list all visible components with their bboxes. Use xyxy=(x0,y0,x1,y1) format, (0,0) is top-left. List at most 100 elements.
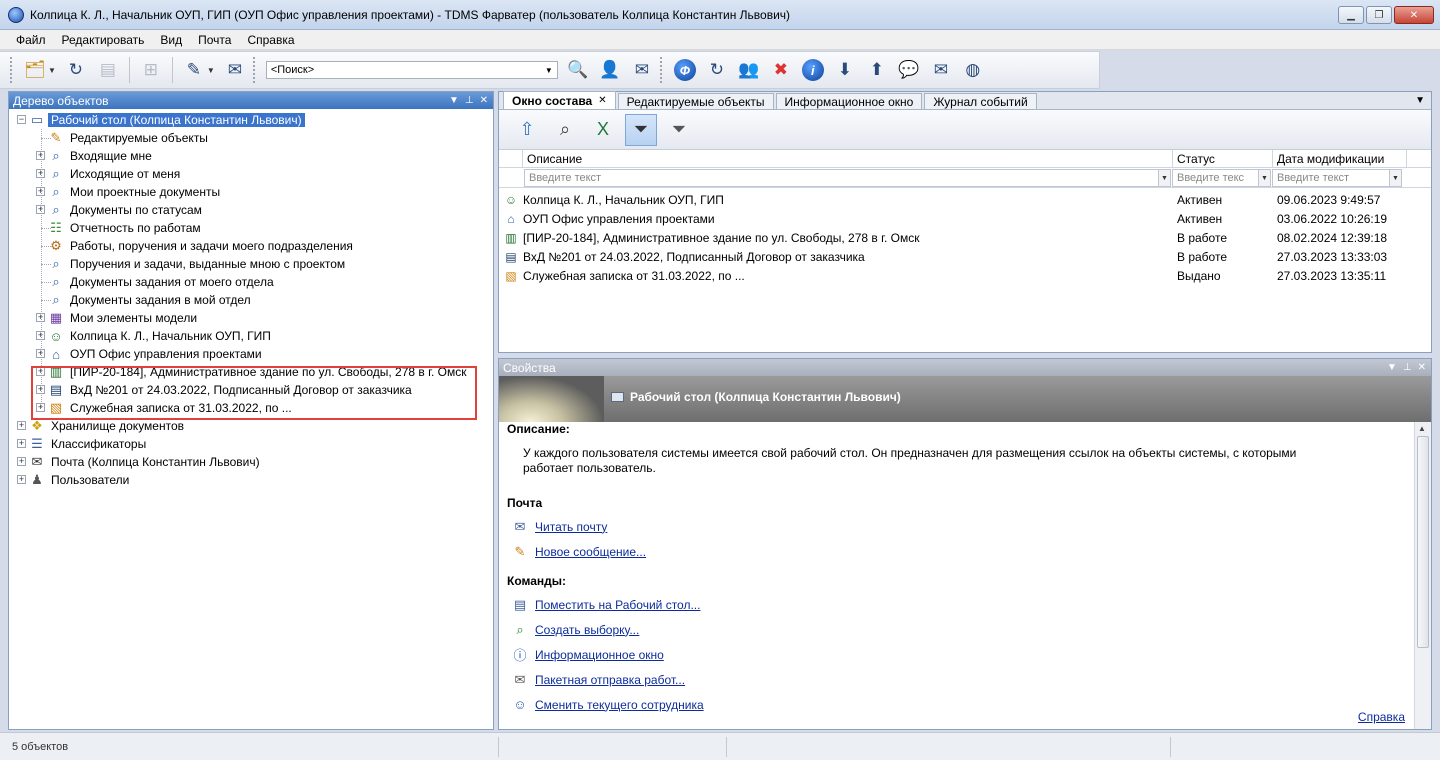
tree-item[interactable]: + ⌕ Мои проектные документы xyxy=(9,183,493,201)
panel-menu-icon[interactable]: ▼ xyxy=(449,95,459,106)
table-row[interactable]: ☺ Колпица К. Л., Начальник ОУП, ГИП Активе… xyxy=(499,190,1431,209)
close-button[interactable]: ✕ xyxy=(1394,6,1434,24)
tree-item[interactable]: + ✉ Почта (Колпица Константин Львович) xyxy=(9,453,493,471)
properties-icon[interactable]: ▤ xyxy=(94,56,122,84)
command-link[interactable]: Сменить текущего сотрудника xyxy=(535,698,704,712)
command-link[interactable]: Информационное окно xyxy=(535,648,664,662)
column-status[interactable]: Статус xyxy=(1173,150,1273,167)
filter-icon[interactable]: ⏷ xyxy=(625,113,657,146)
filter-settings-icon[interactable]: ⏷ xyxy=(663,114,695,146)
tree-item[interactable]: ⌕ Документы задания в мой отдел xyxy=(9,291,493,309)
toolbar-grip[interactable] xyxy=(10,57,13,83)
farvater-logo-icon[interactable]: Ф xyxy=(671,56,699,84)
maximize-button[interactable]: ❐ xyxy=(1366,6,1392,24)
add-object-icon[interactable]: ⊞ xyxy=(137,56,165,84)
tab-info-window[interactable]: Информационное окно xyxy=(775,93,923,109)
tree-item[interactable]: − ▭ Рабочий стол (Колпица Константин Львов… xyxy=(9,111,493,129)
new-object-dropdown-icon[interactable]: ▼ xyxy=(48,66,56,75)
filter-status-input[interactable]: Введите текс ▼ xyxy=(1172,169,1271,187)
tree-item[interactable]: + ▦ Мои элементы модели xyxy=(9,309,493,327)
tree-item[interactable]: ⚙ Работы, поручения и задачи моего подраз… xyxy=(9,237,493,255)
menu-mail[interactable]: Почта xyxy=(190,33,239,47)
close-icon[interactable]: ✕ xyxy=(1418,362,1426,373)
tab-edited-objects[interactable]: Редактируемые объекты xyxy=(617,93,774,109)
expand-icon[interactable]: + xyxy=(17,421,26,430)
table-row[interactable]: ▤ ВхД №201 от 24.03.2022, Подписанный Дог… xyxy=(499,247,1431,266)
tree-item[interactable]: + ⌂ ОУП Офис управления проектами xyxy=(9,345,493,363)
mail-out-icon[interactable]: ✉ xyxy=(927,56,955,84)
info-icon[interactable]: i xyxy=(799,56,827,84)
tree-item[interactable]: + ▥ [ПИР-20-184], Административное здание … xyxy=(9,363,493,381)
column-modified-date[interactable]: Дата модификации xyxy=(1273,150,1407,167)
toolbar-grip[interactable] xyxy=(659,57,663,83)
tree-item[interactable]: ⌕ Поручения и задачи, выданные мною с про… xyxy=(9,255,493,273)
tree-item[interactable]: + ⌕ Документы по статусам xyxy=(9,201,493,219)
tree-item[interactable]: + ☰ Классификаторы xyxy=(9,435,493,453)
compose-message-icon[interactable]: ✎ xyxy=(180,56,208,84)
command-link[interactable]: Поместить на Рабочий стол... xyxy=(535,598,700,612)
close-icon[interactable]: ✕ xyxy=(598,95,606,106)
expand-icon[interactable]: + xyxy=(17,475,26,484)
panel-menu-icon[interactable]: ▼ xyxy=(1387,362,1397,373)
table-row[interactable]: ▥ [ПИР-20-184], Административное здание п… xyxy=(499,228,1431,247)
search-user-icon[interactable]: 👤 xyxy=(596,56,624,84)
globe-icon[interactable]: ◍ xyxy=(959,56,987,84)
tree-item[interactable]: ☷ Отчетность по работам xyxy=(9,219,493,237)
search-combobox[interactable]: <Поиск> ▼ xyxy=(265,61,558,79)
tree-item[interactable]: + ▤ ВхД №201 от 24.03.2022, Подписанный До… xyxy=(9,381,493,399)
command-link[interactable]: Новое сообщение... xyxy=(535,545,646,559)
tree-search-icon[interactable]: ⌕ xyxy=(549,114,581,146)
chevron-down-icon[interactable]: ▼ xyxy=(1258,170,1270,186)
chat-icon[interactable]: 💬 xyxy=(895,56,923,84)
chevron-down-icon[interactable]: ▼ xyxy=(1158,170,1170,186)
send-mail-icon[interactable]: ✉ xyxy=(221,56,249,84)
chevron-down-icon[interactable]: ▼ xyxy=(545,66,553,75)
minimize-button[interactable]: ▁ xyxy=(1338,6,1364,24)
filter-date-input[interactable]: Введите текст ▼ xyxy=(1272,169,1402,187)
tree-item[interactable]: + ♟ Пользователи xyxy=(9,471,493,489)
pin-icon[interactable]: ⊥ xyxy=(1403,362,1412,373)
search-folder-icon[interactable]: 🔍 xyxy=(564,56,592,84)
tree-item[interactable]: + ⌕ Входящие мне xyxy=(9,147,493,165)
scroll-up-icon[interactable]: ▲ xyxy=(1418,424,1426,433)
properties-scrollbar[interactable]: ▲ xyxy=(1414,422,1431,729)
expand-icon[interactable]: + xyxy=(17,457,26,466)
table-row[interactable]: ⌂ ОУП Офис управления проектами Активен 03.… xyxy=(499,209,1431,228)
scrollbar-thumb[interactable] xyxy=(1417,436,1429,648)
arrow-up-icon[interactable]: ⇧ xyxy=(511,114,543,146)
mail-search-icon[interactable]: ✉ xyxy=(628,56,656,84)
delete-network-icon[interactable]: ✖ xyxy=(767,56,795,84)
help-link[interactable]: Справка xyxy=(1358,710,1405,724)
tree-item[interactable]: + ☺ Колпица К. Л., Начальник ОУП, ГИП xyxy=(9,327,493,345)
pin-icon[interactable]: ⊥ xyxy=(465,95,474,106)
menu-file[interactable]: Файл xyxy=(8,33,54,47)
tab-event-log[interactable]: Журнал событий xyxy=(924,93,1037,109)
tree-item[interactable]: ✎ Редактируемые объекты xyxy=(9,129,493,147)
tree-item[interactable]: + ⌕ Исходящие от меня xyxy=(9,165,493,183)
new-object-icon[interactable]: 🗂 xyxy=(21,56,49,84)
users-sync-icon[interactable]: 👥 xyxy=(735,56,763,84)
tabs-menu-icon[interactable]: ▼ xyxy=(1415,95,1425,106)
tree-item[interactable]: ⌕ Документы задания от моего отдела xyxy=(9,273,493,291)
toolbar-grip[interactable] xyxy=(252,57,256,83)
menu-edit[interactable]: Редактировать xyxy=(54,33,153,47)
reload-icon[interactable]: ↻ xyxy=(703,56,731,84)
menu-help[interactable]: Справка xyxy=(239,33,302,47)
compose-dropdown-icon[interactable]: ▼ xyxy=(207,66,215,75)
tree-item[interactable]: + ❖ Хранилище документов xyxy=(9,417,493,435)
command-link[interactable]: Читать почту xyxy=(535,520,607,534)
column-description[interactable]: Описание xyxy=(523,150,1173,167)
tree-item[interactable]: + ▧ Служебная записка от 31.03.2022, по ..… xyxy=(9,399,493,417)
close-icon[interactable]: ✕ xyxy=(480,95,488,106)
command-link[interactable]: Пакетная отправка работ... xyxy=(535,673,685,687)
menu-view[interactable]: Вид xyxy=(152,33,190,47)
export-excel-icon[interactable]: X xyxy=(587,114,619,146)
refresh-icon[interactable]: ↻ xyxy=(62,56,90,84)
bookmark-up-icon[interactable]: ⬆ xyxy=(863,56,891,84)
command-link[interactable]: Создать выборку... xyxy=(535,623,639,637)
filter-description-input[interactable]: Введите текст ▼ xyxy=(524,169,1171,187)
tab-composition[interactable]: Окно состава ✕ xyxy=(503,91,616,109)
bookmark-down-icon[interactable]: ⬇ xyxy=(831,56,859,84)
table-row[interactable]: ▧ Служебная записка от 31.03.2022, по ...… xyxy=(499,266,1431,285)
expand-icon[interactable]: + xyxy=(17,439,26,448)
